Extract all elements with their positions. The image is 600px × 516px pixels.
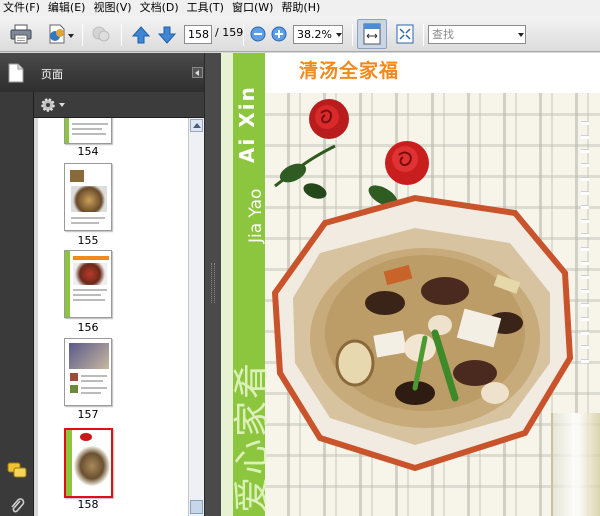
scroll-thumb[interactable] xyxy=(190,500,203,514)
toolbar-separator xyxy=(243,24,244,46)
brand-pinyin: Jia Yao xyxy=(246,188,266,243)
next-page-button[interactable] xyxy=(156,24,178,46)
previous-page-button[interactable] xyxy=(130,24,152,46)
menu-tools[interactable]: 工具(T) xyxy=(183,0,228,16)
thumbnail-label: 157 xyxy=(77,408,99,421)
thumbnail-label: 155 xyxy=(77,234,99,247)
menu-window[interactable]: 窗口(W) xyxy=(228,0,277,16)
page-total-label: / 159 xyxy=(215,26,244,39)
page-thumbnail-155[interactable] xyxy=(64,163,112,231)
spiral-binding xyxy=(581,113,589,373)
thumbnails-scrollbar[interactable] xyxy=(188,118,204,516)
pages-icon[interactable] xyxy=(8,63,24,83)
toolbar-separator xyxy=(352,24,353,46)
menu-document[interactable]: 文档(D) xyxy=(136,0,183,16)
print-button[interactable] xyxy=(8,22,34,46)
toolbar-separator xyxy=(121,24,122,46)
document-star-icon xyxy=(49,24,65,44)
printer-icon xyxy=(10,24,32,44)
collaborate-icon xyxy=(92,26,110,42)
create-pdf-button[interactable] xyxy=(40,22,74,46)
fit-width-icon xyxy=(363,23,381,45)
zoom-in-icon xyxy=(271,26,287,42)
menu-help[interactable]: 帮助(H) xyxy=(277,0,324,16)
chevron-down-icon xyxy=(59,103,65,107)
chevron-left-icon xyxy=(195,70,199,76)
menu-file[interactable]: 文件(F) xyxy=(0,0,44,16)
zoom-out-button[interactable] xyxy=(249,25,267,43)
page-thumbnail-156[interactable] xyxy=(64,250,112,318)
zoom-level-value: 38.2% xyxy=(297,28,332,41)
zoom-level-select[interactable]: 38.2% xyxy=(293,25,343,44)
grip-icon xyxy=(214,263,215,303)
chevron-down-icon xyxy=(68,34,74,38)
arrow-up-icon xyxy=(132,26,150,44)
panel-splitter[interactable] xyxy=(204,53,221,516)
glass-decoration xyxy=(551,413,600,516)
grip-icon xyxy=(211,263,212,303)
chevron-down-icon xyxy=(336,33,342,37)
collaborate-button[interactable] xyxy=(88,22,114,46)
search-placeholder: 查找 xyxy=(432,28,454,41)
gear-icon xyxy=(41,98,55,112)
collapse-panel-button[interactable] xyxy=(192,67,203,78)
page-thumbnail-154[interactable] xyxy=(64,118,112,144)
panel-options-bar xyxy=(34,92,208,118)
fit-width-button[interactable] xyxy=(357,19,387,49)
zoom-out-icon xyxy=(250,26,266,42)
dish-title: 清汤全家福 xyxy=(299,60,400,82)
fit-page-icon xyxy=(396,24,414,44)
menu-bar: 文件(F) 编辑(E) 视图(V) 文档(D) 工具(T) 窗口(W) 帮助(H… xyxy=(0,0,600,16)
navigation-icon-strip xyxy=(0,92,34,516)
toolbar-separator xyxy=(82,24,83,46)
scroll-up-button[interactable] xyxy=(190,119,203,132)
thumbnail-label: 154 xyxy=(77,145,99,158)
menu-view[interactable]: 视图(V) xyxy=(89,0,135,16)
page-thumbnails: 154 155 156 157 158 xyxy=(38,118,188,516)
page-thumbnail-157[interactable] xyxy=(64,338,112,406)
brand-latin: Ai Xin xyxy=(235,85,259,163)
document-page: Jia Yao Ai Xin 爱心家肴 清汤全家福 xyxy=(221,53,600,516)
panel-title: 页面 xyxy=(41,68,63,81)
comments-icon[interactable] xyxy=(7,462,27,480)
menu-edit[interactable]: 编辑(E) xyxy=(44,0,90,16)
toolbar: 158 / 159 38.2% 查找 xyxy=(0,16,600,52)
page-thumbnail-158[interactable] xyxy=(64,428,113,498)
navigation-panel-header: 页面 xyxy=(0,53,208,92)
soup-bowl-photo xyxy=(271,194,574,472)
fit-page-button[interactable] xyxy=(392,21,418,47)
thumbnail-label: 158 xyxy=(77,498,99,511)
chevron-up-icon xyxy=(193,123,201,128)
options-menu-button[interactable] xyxy=(40,96,66,114)
thumbnail-label: 156 xyxy=(77,321,99,334)
toolbar-separator xyxy=(423,24,424,46)
zoom-in-button[interactable] xyxy=(270,25,288,43)
attachments-icon[interactable] xyxy=(9,496,25,514)
search-input[interactable]: 查找 xyxy=(428,25,526,44)
page-number-input[interactable]: 158 xyxy=(184,25,212,44)
chevron-down-icon xyxy=(518,33,524,37)
arrow-down-icon xyxy=(158,26,176,44)
